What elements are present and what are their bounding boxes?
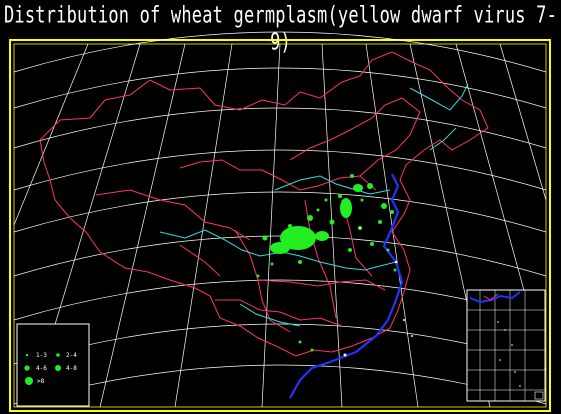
map-inner-frame bbox=[13, 43, 547, 408]
legend-label-2: 4-6 bbox=[36, 365, 47, 372]
province-borders bbox=[39, 51, 489, 357]
legend-label-1: 1-3 bbox=[36, 352, 47, 359]
rivers bbox=[159, 83, 469, 327]
legend-marker-medium bbox=[24, 365, 30, 371]
wheat-distribution-map: 1-3 2-4 4-6 4-8 >8 bbox=[9, 31, 551, 412]
legend-marker-small bbox=[25, 353, 29, 357]
legend-marker-large bbox=[25, 377, 33, 385]
south-china-sea-inset-icon bbox=[466, 289, 546, 402]
legend-label-5: 4-8 bbox=[66, 365, 77, 372]
legend-marker-medium-2 bbox=[55, 365, 61, 371]
legend-label-4: 2-4 bbox=[66, 352, 77, 359]
legend: 1-3 2-4 4-6 4-8 >8 bbox=[16, 323, 90, 407]
legend-marker-small-2 bbox=[56, 353, 60, 357]
legend-label-3: >8 bbox=[37, 378, 45, 385]
